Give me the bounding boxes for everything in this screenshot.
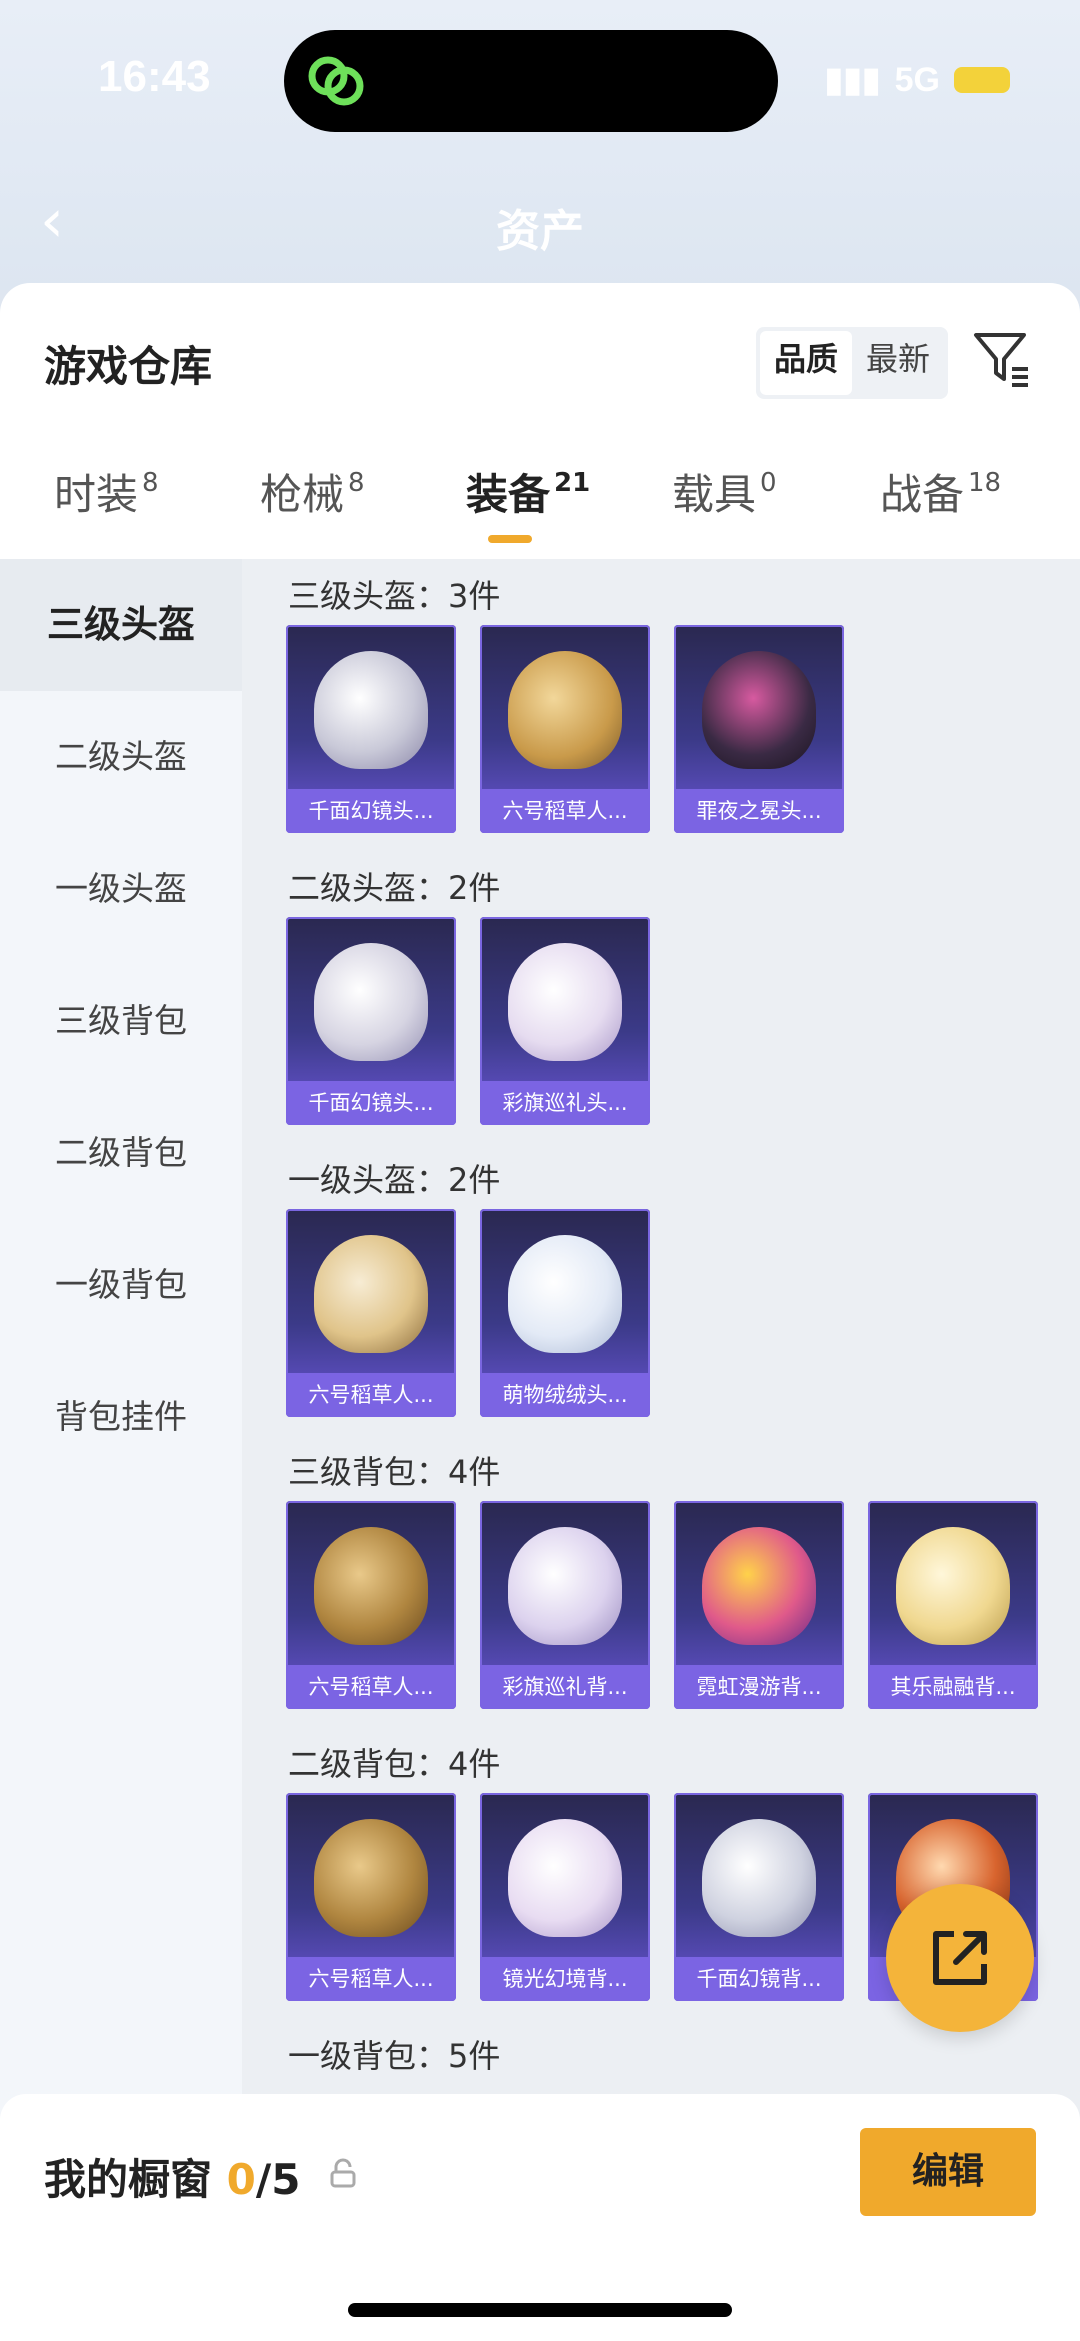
sidebar-item-helmet-3[interactable]: 三级头盔 [0,559,242,691]
home-indicator [348,2303,732,2317]
page-title: 资产 [496,206,584,257]
item-label: 镜光幻境背... [480,1957,650,2001]
backpack-icon [702,1527,816,1645]
tab-label: 枪械 [260,470,345,519]
showcase-count-total: /5 [255,2155,301,2204]
showcase-title: 我的橱窗 0/5 [44,2146,300,2207]
item-card[interactable]: 其乐融融背... [868,1501,1038,1709]
helmet-icon [314,943,428,1061]
section-title: 二级背包：4件 [288,1745,501,1783]
section-title: 二级头盔：2件 [288,869,501,907]
tab-label: 时装 [54,470,139,519]
item-card[interactable]: 彩旗巡礼头... [480,917,650,1125]
item-label: 六号稻草人... [286,1957,456,2001]
helmet-icon [508,943,622,1061]
share-button[interactable] [886,1884,1034,2032]
sidebar-item-backpack-2[interactable]: 二级背包 [0,1087,242,1219]
app-logo-icon [308,56,364,106]
item-card[interactable]: 镜光幻境背... [480,1793,650,2001]
backpack-icon [508,1819,622,1937]
edit-button[interactable]: 编辑 [860,2128,1036,2216]
item-label: 其乐融融背... [868,1665,1038,1709]
tab-fashion[interactable]: 时装 8 [54,461,159,522]
helmet-icon [508,1235,622,1353]
item-label: 罪夜之冕头... [674,789,844,833]
sidebar-item-helmet-1[interactable]: 一级头盔 [0,823,242,955]
item-card[interactable]: 霓虹漫游背... [674,1501,844,1709]
item-card[interactable]: 千面幻镜背... [674,1793,844,2001]
section-title: 三级背包：4件 [288,1453,501,1491]
section-title: 三级头盔：3件 [288,577,501,615]
tab-count: 18 [968,468,1002,498]
showcase-label: 我的橱窗 [44,2155,213,2204]
section-title: 一级背包：5件 [288,2037,501,2075]
signal-icon: ▮▮▮ [824,61,881,99]
item-card[interactable]: 彩旗巡礼背... [480,1501,650,1709]
tab-label: 装备 [466,470,551,519]
warehouse-sheet: 游戏仓库 品质 最新 时装 8 枪械 8 装备 21 载具 0 战备 18 三级头盔 二级… [0,283,1080,2341]
item-label: 霓虹漫游背... [674,1665,844,1709]
helmet-icon [508,651,622,769]
tab-label: 载具 [672,470,757,519]
helmet-icon [314,651,428,769]
item-label: 千面幻镜头... [286,1081,456,1125]
item-card[interactable]: 六号稻草人... [286,1209,456,1417]
tab-count: 21 [554,468,591,498]
sort-latest-button[interactable]: 最新 [852,331,944,395]
sidebar-item-backpack-3[interactable]: 三级背包 [0,955,242,1087]
lock-icon [330,2158,356,2188]
active-tab-indicator [488,535,532,543]
item-label: 六号稻草人... [480,789,650,833]
item-label: 彩旗巡礼背... [480,1665,650,1709]
status-icons: ▮▮▮ 5G [824,60,1010,100]
item-label: 千面幻镜背... [674,1957,844,2001]
showcase-count-current: 0 [226,2155,256,2204]
item-card[interactable]: 六号稻草人... [286,1501,456,1709]
section-title: 一级头盔：2件 [288,1161,501,1199]
share-icon [933,1931,987,1985]
item-card[interactable]: 六号稻草人... [286,1793,456,2001]
tab-weapons[interactable]: 枪械 8 [260,461,365,522]
tab-count: 0 [760,468,777,498]
network-label: 5G [894,60,940,99]
subcategory-sidebar: 三级头盔 二级头盔 一级头盔 三级背包 二级背包 一级背包 背包挂件 [0,559,242,2159]
sidebar-item-helmet-2[interactable]: 二级头盔 [0,691,242,823]
tab-gear[interactable]: 战备 18 [880,461,1001,522]
backpack-icon [508,1527,622,1645]
backpack-icon [314,1819,428,1937]
tab-label: 战备 [880,470,965,519]
sort-quality-button[interactable]: 品质 [760,331,853,395]
tab-equipment[interactable]: 装备 21 [466,461,590,522]
item-label: 六号稻草人... [286,1665,456,1709]
item-card[interactable]: 千面幻镜头... [286,625,456,833]
status-time: 16:43 [98,52,211,101]
sidebar-item-backpack-1[interactable]: 一级背包 [0,1219,242,1351]
tab-vehicles[interactable]: 载具 0 [672,461,777,522]
item-label: 千面幻镜头... [286,789,456,833]
tab-count: 8 [142,468,159,498]
item-card[interactable]: 罪夜之冕头... [674,625,844,833]
helmet-icon [314,1235,428,1353]
item-label: 萌物绒绒头... [480,1373,650,1417]
filter-icon[interactable] [972,329,1032,389]
sheet-title: 游戏仓库 [44,342,213,391]
item-card[interactable]: 萌物绒绒头... [480,1209,650,1417]
backpack-icon [314,1527,428,1645]
backpack-icon [702,1819,816,1937]
battery-icon [954,67,1010,93]
item-card[interactable]: 六号稻草人... [480,625,650,833]
item-card[interactable]: 千面幻镜头... [286,917,456,1125]
item-label: 彩旗巡礼头... [480,1081,650,1125]
category-tabs: 时装 8 枪械 8 装备 21 载具 0 战备 18 [0,461,1080,551]
sort-toggle: 品质 最新 [756,327,949,399]
sidebar-item-pendant[interactable]: 背包挂件 [0,1351,242,1483]
tab-count: 8 [348,468,365,498]
helmet-icon [702,651,816,769]
item-label: 六号稻草人... [286,1373,456,1417]
backpack-icon [896,1527,1010,1645]
